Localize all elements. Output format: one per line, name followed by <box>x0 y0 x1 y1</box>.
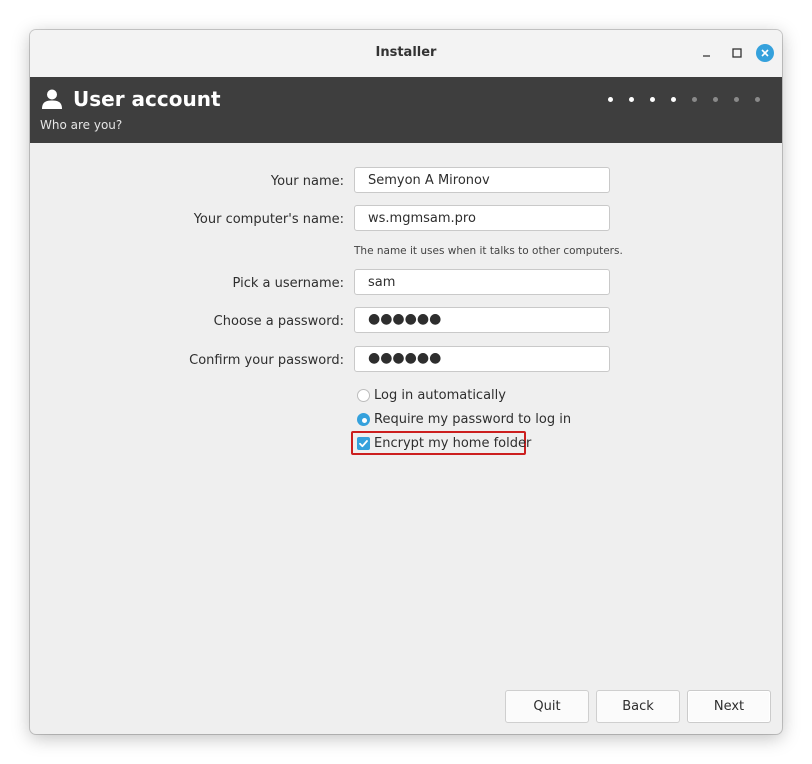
name-field[interactable]: Semyon A Mironov <box>354 167 610 193</box>
require-password-label[interactable]: Require my password to log in <box>374 412 571 427</box>
page-title: User account <box>73 87 221 111</box>
username-label: Pick a username: <box>232 276 344 291</box>
quit-button[interactable]: Quit <box>505 690 589 723</box>
progress-dot <box>692 97 697 102</box>
progress-dot <box>671 97 676 102</box>
back-button[interactable]: Back <box>596 690 680 723</box>
user-icon <box>42 89 62 109</box>
progress-dot <box>650 97 655 102</box>
require-password-radio[interactable] <box>357 413 370 426</box>
progress-dot <box>734 97 739 102</box>
password-field[interactable]: ●●●●●● <box>354 307 610 333</box>
close-icon[interactable] <box>756 44 774 62</box>
page-subtitle: Who are you? <box>40 118 123 132</box>
auto-login-label[interactable]: Log in automatically <box>374 388 506 403</box>
encrypt-home-label[interactable]: Encrypt my home folder <box>374 436 531 451</box>
confirm-password-field[interactable]: ●●●●●● <box>354 346 610 372</box>
auto-login-radio[interactable] <box>357 389 370 402</box>
username-field[interactable]: sam <box>354 269 610 295</box>
computer-name-field[interactable]: ws.mgmsam.pro <box>354 205 610 231</box>
step-header: User account Who are you? <box>30 77 782 143</box>
maximize-icon[interactable] <box>728 44 746 62</box>
confirm-password-label: Confirm your password: <box>189 353 344 368</box>
progress-dot <box>713 97 718 102</box>
progress-dot <box>608 97 613 102</box>
minimize-icon[interactable] <box>698 44 716 62</box>
progress-dot <box>755 97 760 102</box>
password-label: Choose a password: <box>213 314 344 329</box>
encrypt-home-checkbox[interactable] <box>357 437 370 450</box>
name-label: Your name: <box>270 174 344 189</box>
title-bar: Installer <box>30 30 782 77</box>
next-button[interactable]: Next <box>687 690 771 723</box>
progress-dot <box>629 97 634 102</box>
window-title: Installer <box>375 45 437 60</box>
computer-name-hint: The name it uses when it talks to other … <box>354 245 623 257</box>
computer-name-label: Your computer's name: <box>193 212 344 227</box>
installer-window: Installer User account Who are you? Your… <box>30 30 782 734</box>
